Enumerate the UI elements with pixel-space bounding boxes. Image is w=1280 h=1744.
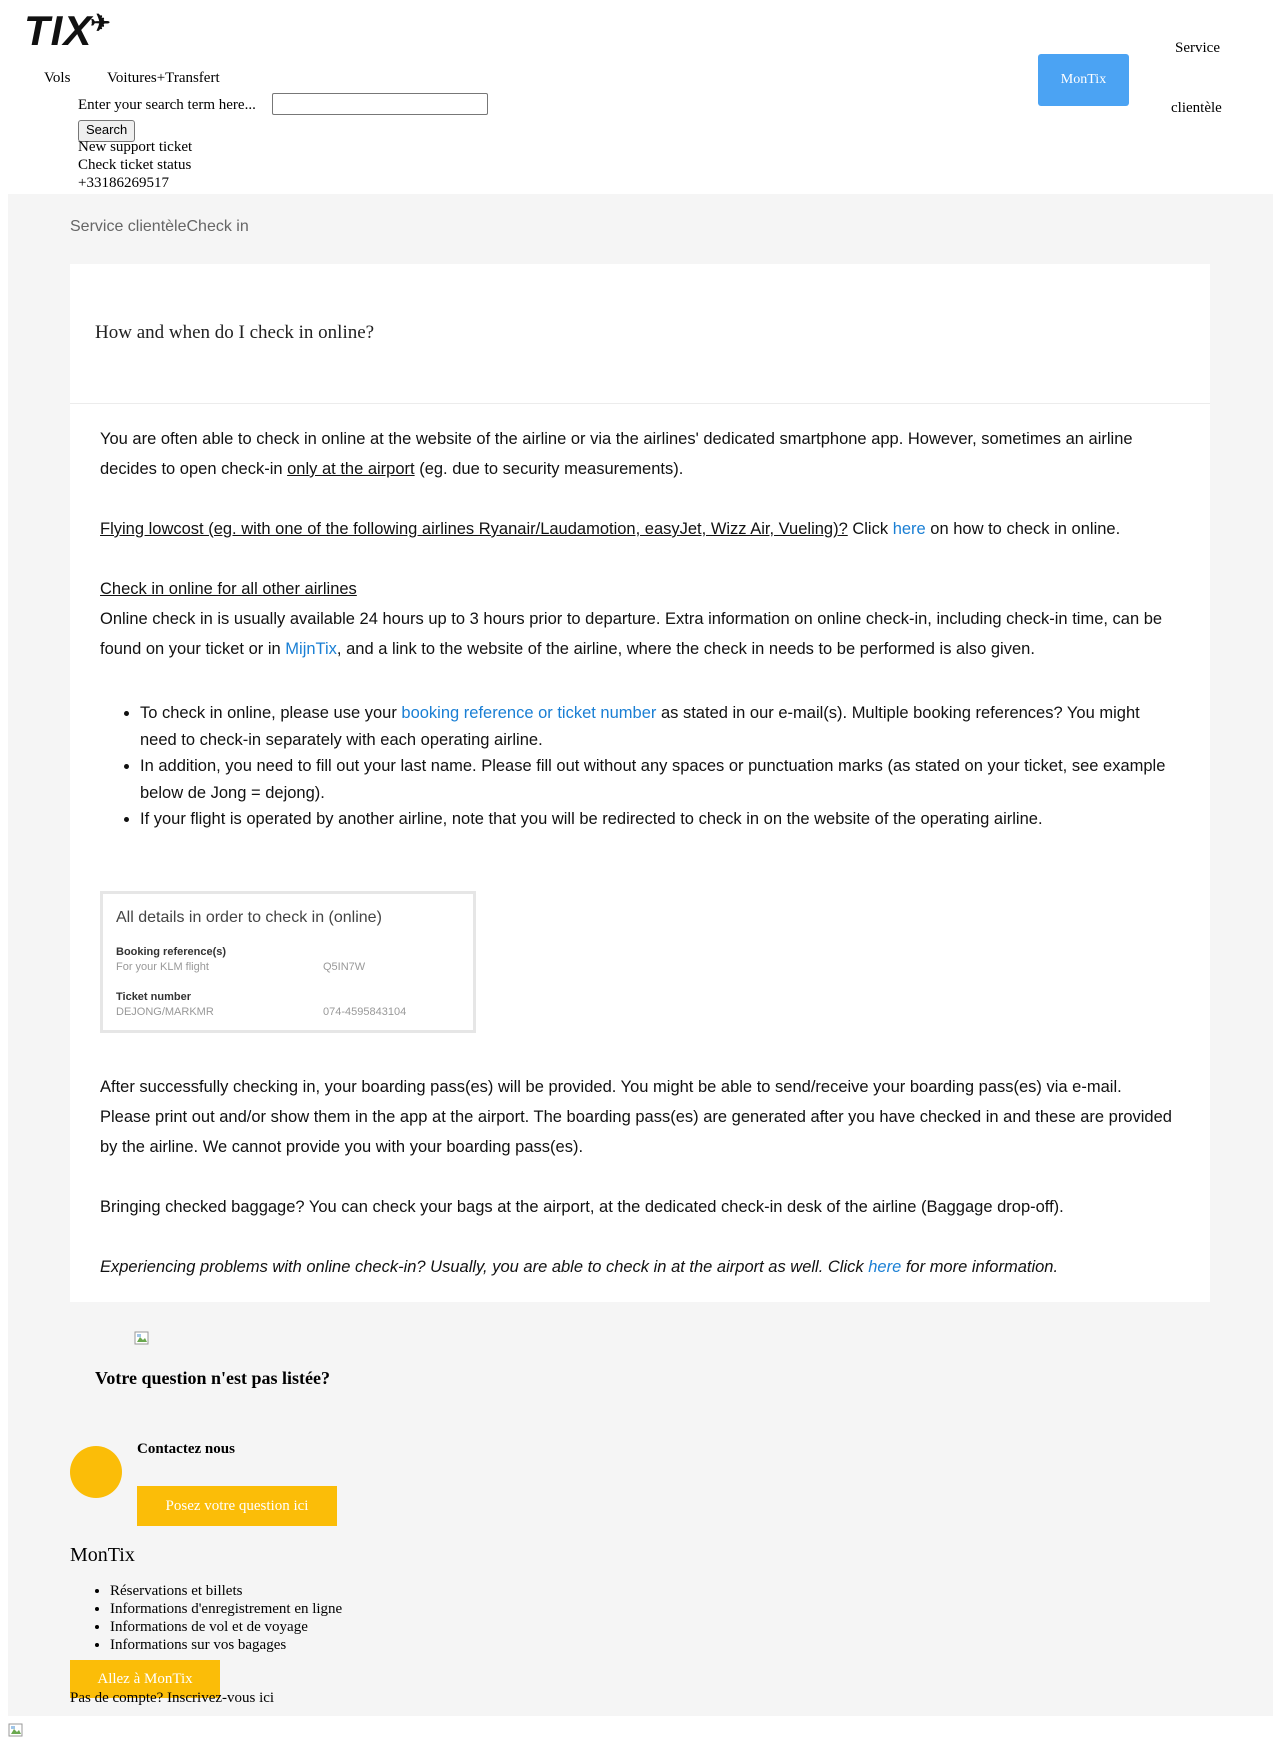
list-item: In addition, you need to fill out your l… xyxy=(140,753,1175,806)
search-label: Enter your search term here... xyxy=(78,97,256,113)
question-not-listed-title: Votre question n'est pas listée? xyxy=(95,1368,331,1388)
logo-text: TIX xyxy=(24,7,93,54)
list-item: To check in online, please use your book… xyxy=(140,700,1175,753)
no-account-signup-link[interactable]: Pas de compte? Inscrivez-vous ici xyxy=(70,1690,274,1707)
tix-logo[interactable]: TIX✈ xyxy=(24,8,113,61)
card-divider xyxy=(70,403,1210,404)
montix-heading: MonTix xyxy=(70,1544,135,1566)
phone-number-link[interactable]: +33186269517 xyxy=(78,175,169,192)
ask-question-button[interactable]: Posez votre question ici xyxy=(137,1486,337,1526)
article-body: You are often able to check in online at… xyxy=(100,424,1175,833)
breadcrumb-service[interactable]: Service clientèle xyxy=(70,218,187,235)
contact-us-label: Contactez nous xyxy=(137,1441,235,1457)
paragraph-other-airlines: Check in online for all other airlines O… xyxy=(100,580,1163,658)
paragraph-intro: You are often able to check in online at… xyxy=(100,430,1133,478)
nav-cars-transfer[interactable]: Voitures+Transfert xyxy=(107,70,220,87)
broken-image-icon xyxy=(134,1331,149,1345)
airplane-icon: ✈ xyxy=(90,10,112,37)
list-item: If your flight is operated by another ai… xyxy=(140,806,1175,833)
nav-vols[interactable]: Vols xyxy=(44,70,70,87)
checkin-steps-list: To check in online, please use your book… xyxy=(100,700,1175,833)
ticket-number-sub: DEJONG/MARKMR xyxy=(116,1006,214,1018)
contact-avatar-icon xyxy=(70,1446,122,1498)
paragraph-baggage: Bringing checked baggage? You can check … xyxy=(100,1198,1064,1216)
montix-button[interactable]: MonTix xyxy=(1038,54,1129,106)
problems-here-link[interactable]: here xyxy=(868,1258,901,1276)
paragraph-lowcost: Flying lowcost (eg. with one of the foll… xyxy=(100,520,1121,538)
booking-reference-label: Booking reference(s) xyxy=(116,946,227,958)
list-item: Informations sur vos bagages xyxy=(110,1636,342,1654)
article-title: How and when do I check in online? xyxy=(95,322,375,343)
list-item: Informations d'enregistrement en ligne xyxy=(110,1600,342,1618)
mijntix-link[interactable]: MijnTix xyxy=(285,640,337,658)
breadcrumb: Service clientèleCheck in xyxy=(70,218,249,236)
search-input[interactable] xyxy=(272,93,488,115)
customer-service-link[interactable]: Service xyxy=(1175,40,1220,57)
checkin-details-image: All details in order to check in (online… xyxy=(100,891,476,1033)
booking-reference-sub: For your KLM flight xyxy=(116,961,209,973)
breadcrumb-checkin[interactable]: Check in xyxy=(187,218,249,235)
article-body-lower: After successfully checking in, your boa… xyxy=(100,1072,1175,1312)
booking-reference-link[interactable]: booking reference or ticket number xyxy=(401,704,656,722)
check-ticket-status-link[interactable]: Check ticket status xyxy=(78,157,191,174)
ticket-number-value: 074-4595843104 xyxy=(323,1006,407,1018)
other-airlines-heading: Check in online for all other airlines xyxy=(100,580,357,598)
booking-reference-value: Q5IN7W xyxy=(323,961,366,973)
customer-service-link-line2[interactable]: clientèle xyxy=(1171,100,1222,117)
paragraph-boarding-pass: After successfully checking in, your boa… xyxy=(100,1078,1172,1156)
ticket-number-label: Ticket number xyxy=(116,991,191,1003)
list-item: Réservations et billets xyxy=(110,1582,342,1600)
broken-image-icon xyxy=(8,1723,23,1737)
montix-features-list: Réservations et billets Informations d'e… xyxy=(70,1582,342,1654)
new-support-ticket-link[interactable]: New support ticket xyxy=(78,139,192,156)
list-item: Informations de vol et de voyage xyxy=(110,1618,342,1636)
details-title: All details in order to check in (online… xyxy=(116,909,382,926)
only-at-airport-text: only at the airport xyxy=(287,460,415,478)
lowcost-here-link[interactable]: here xyxy=(893,520,926,538)
lowcost-heading: Flying lowcost (eg. with one of the foll… xyxy=(100,520,848,538)
paragraph-problems: Experiencing problems with online check-… xyxy=(100,1258,1059,1276)
